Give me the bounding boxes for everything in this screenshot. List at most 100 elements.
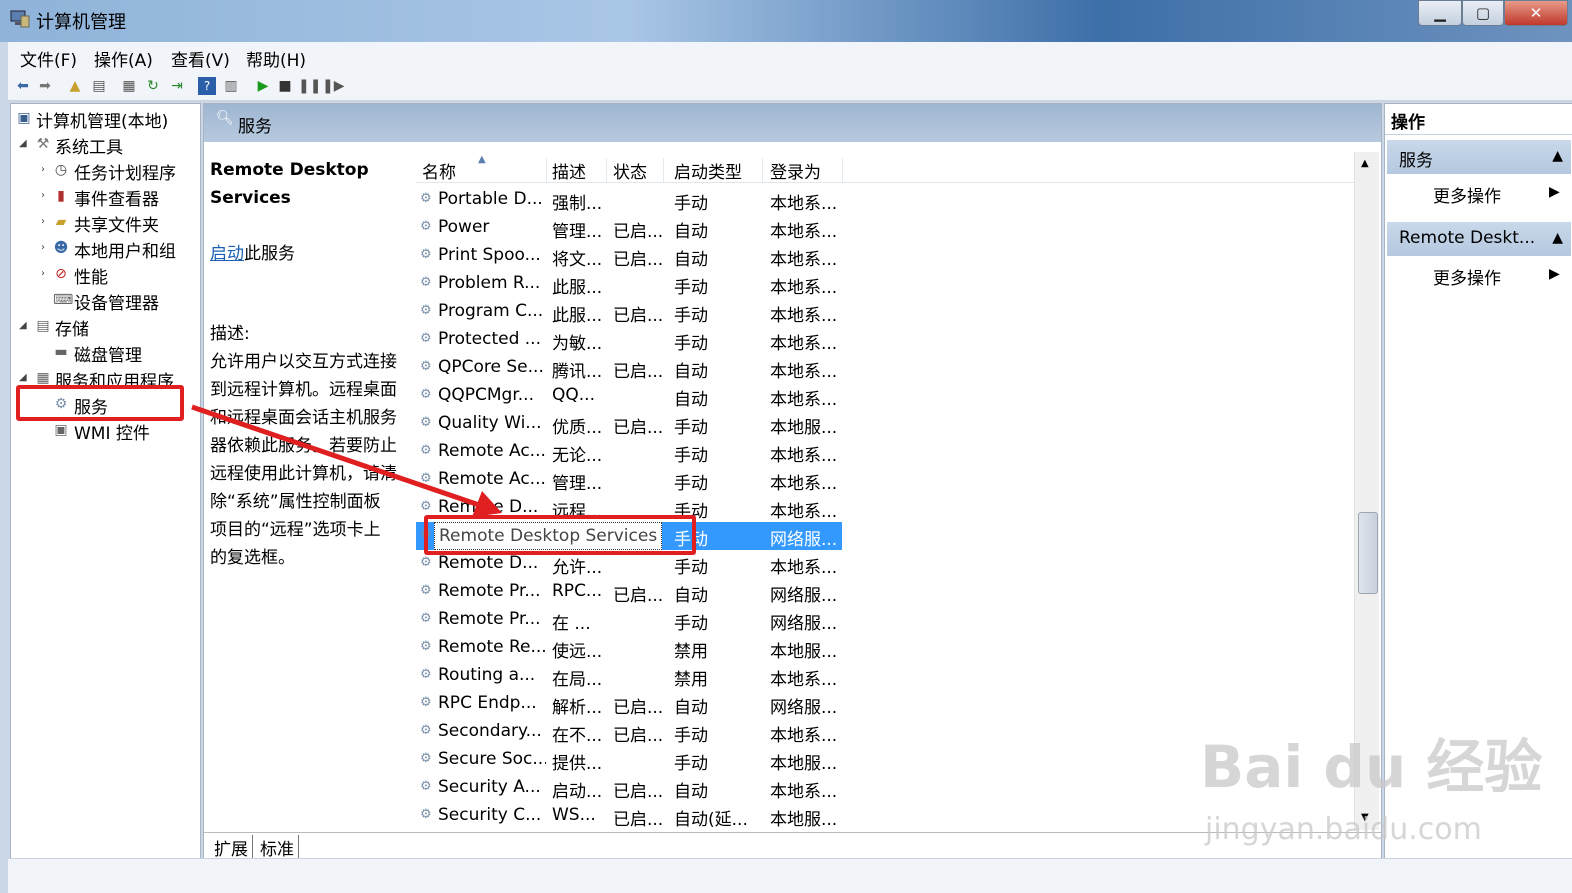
up-folder-icon[interactable]: ▲	[66, 77, 84, 95]
tree-task-scheduler[interactable]: 任务计划程序	[74, 159, 176, 184]
table-row[interactable]: ⚙ Secure Soc... 提供... 手动 本地服...	[416, 746, 1236, 774]
cell-startup: 手动	[674, 194, 708, 214]
show-tree-icon[interactable]: ▤	[90, 77, 108, 95]
cell-startup: 手动	[674, 446, 708, 466]
stop-icon[interactable]: ■	[276, 77, 294, 95]
menu-action[interactable]: 操作(A)	[94, 46, 153, 71]
expand-arrow-icon[interactable]: ◢	[19, 320, 27, 331]
cell-status: 已启...	[613, 782, 664, 802]
cell-startup: 手动	[674, 306, 708, 326]
table-row[interactable]: ⚙ Routing a... 在局... 禁用 本地系...	[416, 662, 1236, 690]
storage-icon: ▤	[36, 318, 50, 334]
service-gear-icon: ⚙	[420, 807, 432, 822]
tab-extended[interactable]: 扩展	[210, 835, 253, 860]
refresh-icon[interactable]: ↻	[144, 77, 162, 95]
cell-startup: 手动	[674, 418, 708, 438]
collapse-arrow-icon[interactable]: ›	[41, 216, 45, 227]
properties-icon[interactable]: ▦	[120, 77, 138, 95]
tree-local-users[interactable]: 本地用户和组	[74, 237, 176, 262]
cell-logon: 网络服...	[770, 614, 838, 634]
submenu-arrow-icon[interactable]: ▶	[1549, 184, 1560, 200]
expand-arrow-icon[interactable]: ◢	[19, 138, 27, 149]
more-actions-remote-desktop[interactable]: 更多操作	[1433, 264, 1501, 289]
scroll-up-icon[interactable]: ▲	[1361, 158, 1369, 169]
tree-device-manager[interactable]: 设备管理器	[74, 289, 159, 314]
expand-arrow-icon[interactable]: ◢	[19, 372, 27, 383]
cell-name: RPC Endp...	[438, 693, 537, 713]
collapse-up-icon[interactable]: ▲	[1552, 148, 1563, 164]
service-gear-icon: ⚙	[420, 583, 432, 598]
table-row[interactable]: ⚙ QPCore Se... 腾讯... 已启... 自动 本地系...	[416, 354, 1236, 382]
table-row[interactable]: ⚙ QQPCMgr... QQ... 自动 本地系...	[416, 382, 1236, 410]
action-pane-icon[interactable]: ▥	[222, 77, 240, 95]
pause-icon[interactable]: ❚❚	[298, 77, 321, 95]
table-row[interactable]: ⚙ Protected ... 为敏... 手动 本地系...	[416, 326, 1236, 354]
minimize-button[interactable]: ▁	[1418, 0, 1462, 26]
start-service-suffix: 此服务	[244, 244, 295, 264]
cell-logon: 本地服...	[770, 642, 838, 662]
services-apps-icon: ▦	[36, 370, 50, 386]
table-row[interactable]: ⚙ Secondary... 在不... 已启... 手动 本地系...	[416, 718, 1236, 746]
actions-section-remote-desktop[interactable]: Remote Deskt... ▲	[1387, 222, 1571, 256]
tree-storage[interactable]: 存储	[55, 315, 89, 340]
submenu-arrow-icon[interactable]: ▶	[1549, 266, 1560, 282]
table-row[interactable]: ⚙ Remote Ac... 管理... 手动 本地系...	[416, 466, 1236, 494]
collapse-arrow-icon[interactable]: ›	[41, 242, 45, 253]
restart-icon[interactable]: ❚▶	[322, 77, 345, 95]
table-row[interactable]: ⚙ RPC Endp... 解析... 已启... 自动 网络服...	[416, 690, 1236, 718]
tree-wmi[interactable]: WMI 控件	[74, 419, 150, 444]
maximize-button[interactable]: ▢	[1462, 0, 1504, 26]
column-logon-as[interactable]: 登录为	[770, 158, 843, 183]
table-row[interactable]: ⚙ Power 管理... 已启... 自动 本地系...	[416, 214, 1236, 242]
menu-help[interactable]: 帮助(H)	[246, 46, 306, 71]
cell-logon: 本地系...	[770, 306, 838, 326]
menu-file[interactable]: 文件(F)	[20, 46, 77, 71]
table-row[interactable]: ⚙ Remote Pr... 在 ... 手动 网络服...	[416, 606, 1236, 634]
table-row[interactable]: ⚙ Quality Wi... 优质... 已启... 手动 本地服...	[416, 410, 1236, 438]
table-row[interactable]: ⚙ Remote Pr... RPC... 已启... 自动 网络服...	[416, 578, 1236, 606]
tree-shared-folders[interactable]: 共享文件夹	[74, 211, 159, 236]
table-row[interactable]: ⚙ Print Spoo... 将文... 已启... 自动 本地系...	[416, 242, 1236, 270]
cell-status: 已启...	[613, 726, 664, 746]
tree-event-viewer[interactable]: 事件查看器	[74, 185, 159, 210]
forward-icon[interactable]: ➡	[36, 77, 54, 95]
menu-view[interactable]: 查看(V)	[171, 46, 230, 71]
tree-disk-management[interactable]: 磁盘管理	[74, 341, 142, 366]
computer-management-icon	[10, 10, 30, 28]
column-startup-type[interactable]: 启动类型	[674, 158, 763, 183]
more-actions-services[interactable]: 更多操作	[1433, 182, 1501, 207]
play-icon[interactable]: ▶	[254, 77, 272, 95]
table-row[interactable]: ⚙ Remote Re... 使远... 禁用 本地服...	[416, 634, 1236, 662]
help-icon[interactable]: ?	[198, 77, 216, 95]
export-icon[interactable]: ⇥	[168, 77, 186, 95]
cell-name: Remote Pr...	[438, 609, 541, 629]
cell-desc: 为敏...	[552, 334, 603, 354]
scroll-thumb[interactable]	[1358, 512, 1378, 594]
tree-root[interactable]: 计算机管理(本地)	[36, 107, 168, 132]
cell-desc: 允许...	[552, 558, 603, 578]
column-description[interactable]: 描述	[552, 158, 607, 183]
back-icon[interactable]: ⬅	[14, 77, 32, 95]
table-row[interactable]: ⚙ Portable D... 强制... 手动 本地系...	[416, 186, 1236, 214]
table-row[interactable]: ⚙ Problem R... 此服... 手动 本地系...	[416, 270, 1236, 298]
close-button[interactable]: ✕	[1504, 0, 1568, 26]
start-service-link[interactable]: 启动	[210, 244, 244, 264]
column-status[interactable]: 状态	[613, 158, 664, 183]
collapse-arrow-icon[interactable]: ›	[41, 190, 45, 201]
table-row[interactable]: ⚙ Program C... 此服... 已启... 手动 本地系...	[416, 298, 1236, 326]
table-row[interactable]: ⚙ Security C... WS... 已启... 自动(延... 本地服...	[416, 802, 1236, 830]
table-row[interactable]: ⚙ Security A... 启动... 已启... 自动 本地系...	[416, 774, 1236, 802]
collapse-up-icon[interactable]: ▲	[1552, 230, 1563, 246]
cell-startup: 手动	[674, 278, 708, 298]
performance-icon: ⊘	[55, 266, 67, 282]
tree-system-tools[interactable]: 系统工具	[55, 133, 123, 158]
actions-section-services[interactable]: 服务 ▲	[1387, 140, 1571, 174]
collapse-arrow-icon[interactable]: ›	[41, 164, 45, 175]
cell-desc: 优质...	[552, 418, 603, 438]
cell-logon: 本地系...	[770, 194, 838, 214]
tab-standard[interactable]: 标准	[256, 835, 299, 860]
table-row[interactable]: ⚙ Remote Ac... 无论... 手动 本地系...	[416, 438, 1236, 466]
tree-performance[interactable]: 性能	[74, 263, 108, 288]
collapse-arrow-icon[interactable]: ›	[41, 268, 45, 279]
baidu-watermark-url: jingyan.baidu.com	[1205, 812, 1482, 847]
